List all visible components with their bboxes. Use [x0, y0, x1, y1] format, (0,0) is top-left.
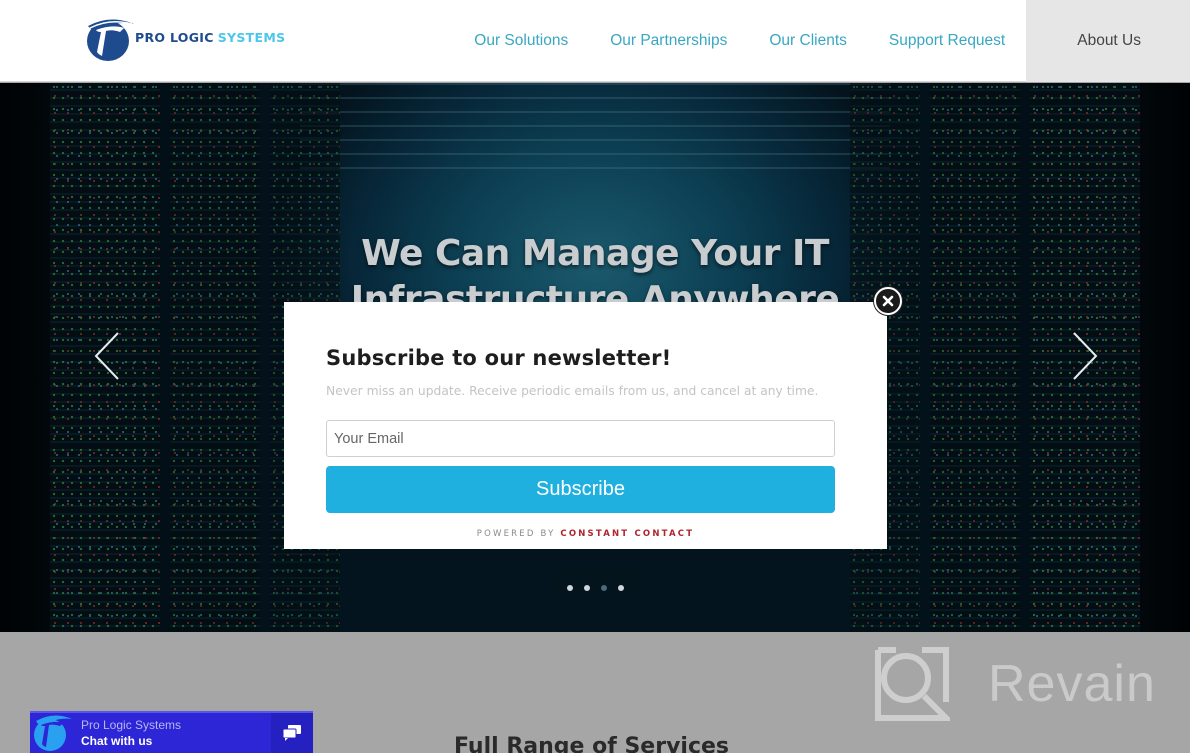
carousel-dot-3-active[interactable]: [600, 585, 607, 591]
nav-about-us[interactable]: About Us: [1026, 0, 1190, 82]
constant-contact-link[interactable]: CONSTANT CONTACT: [560, 529, 694, 539]
carousel-prev-button[interactable]: [90, 331, 124, 381]
carousel-next-button[interactable]: [1068, 331, 1102, 381]
nav-our-solutions[interactable]: Our Solutions: [453, 0, 589, 82]
close-icon: [882, 295, 894, 307]
page: PRO LOGIC SYSTEMS Our Solutions Our Partn…: [0, 0, 1190, 753]
hero-title-line1: We Can Manage Your IT: [361, 233, 829, 274]
newsletter-modal: Subscribe to our newsletter! Never miss …: [284, 302, 887, 549]
chevron-right-icon: [1073, 332, 1098, 380]
nav-support-request[interactable]: Support Request: [868, 0, 1026, 82]
powered-by: POWERED BY CONSTANT CONTACT: [284, 529, 887, 539]
carousel-dot-4[interactable]: [617, 585, 624, 591]
chat-cta-label: Chat with us: [81, 733, 153, 748]
logo-text-primary: PRO LOGIC: [135, 29, 214, 45]
chat-open-button[interactable]: [271, 713, 313, 753]
carousel-indicators: [550, 570, 640, 606]
chat-company-logo-icon: [30, 713, 74, 753]
chevron-left-icon: [94, 332, 119, 380]
revain-logo-icon: [875, 647, 950, 721]
powered-by-prefix: POWERED BY: [476, 529, 556, 539]
revain-watermark-text: Revain: [988, 655, 1156, 713]
modal-close-button[interactable]: [874, 287, 902, 315]
section-title: Full Range of Services: [454, 734, 730, 753]
carousel-dot-1[interactable]: [566, 585, 573, 591]
subscribe-button[interactable]: Subscribe: [326, 466, 835, 513]
carousel-dot-2[interactable]: [583, 585, 590, 591]
logo-text-secondary: SYSTEMS: [217, 29, 286, 45]
logo-text: PRO LOGIC SYSTEMS: [135, 30, 285, 45]
modal-title: Subscribe to our newsletter!: [326, 346, 672, 370]
chat-bubbles-icon: [282, 725, 301, 741]
modal-description: Never miss an update. Receive periodic e…: [326, 384, 819, 398]
nav-our-partnerships[interactable]: Our Partnerships: [589, 0, 748, 82]
nav-our-clients[interactable]: Our Clients: [748, 0, 868, 82]
main-nav: Our Solutions Our Partnerships Our Clien…: [453, 0, 1190, 82]
site-header: PRO LOGIC SYSTEMS Our Solutions Our Partn…: [0, 0, 1190, 82]
chat-text: Pro Logic Systems Chat with us: [81, 718, 271, 749]
email-input[interactable]: [326, 420, 835, 457]
pro-logic-logo-icon: [84, 16, 136, 64]
revain-watermark: Revain: [874, 646, 1156, 722]
chat-company-name: Pro Logic Systems: [81, 717, 182, 732]
logo-link[interactable]: PRO LOGIC SYSTEMS: [84, 16, 285, 64]
chat-widget[interactable]: Pro Logic Systems Chat with us: [30, 711, 313, 753]
